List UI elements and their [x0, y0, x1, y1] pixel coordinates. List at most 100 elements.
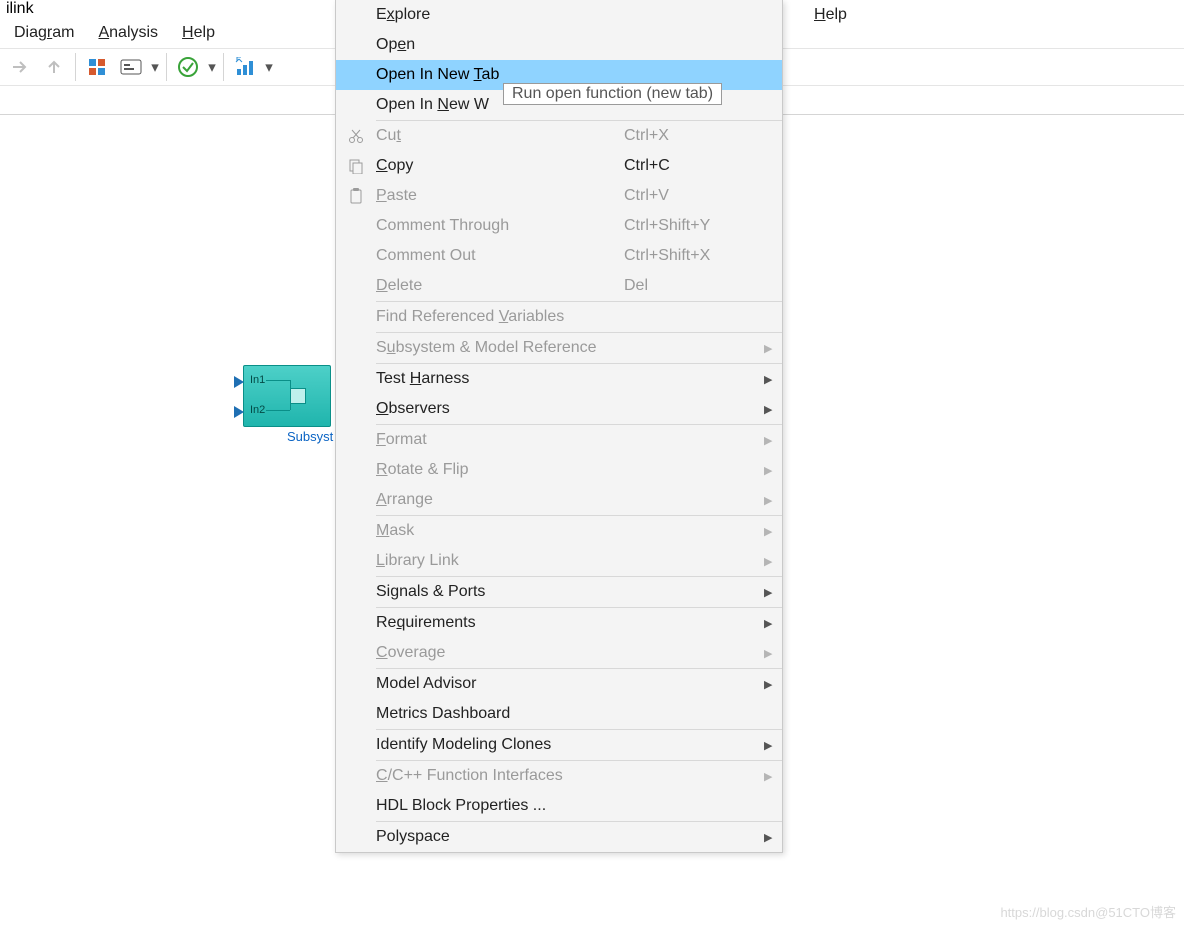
build-button[interactable]	[229, 51, 261, 83]
ctx-delete: DeleteDel	[336, 271, 782, 301]
submenu-arrow-icon: ▶	[764, 617, 782, 630]
ctx-hdl-block-properties[interactable]: HDL Block Properties ...	[336, 791, 782, 821]
ctx-label: Test Harness	[376, 370, 624, 388]
ctx-library-link: Library Link ▶	[336, 546, 782, 576]
model-browser-button[interactable]	[81, 51, 113, 83]
ctx-mask: Mask▶	[336, 516, 782, 546]
ctx-observers[interactable]: Observers ▶	[336, 394, 782, 424]
nav-forward-button[interactable]	[4, 51, 36, 83]
menu-analysis[interactable]: Analysis	[98, 24, 158, 42]
ctx-label: Identify Modeling Clones	[376, 736, 624, 754]
ctx-subsystem-model-reference: Subsystem & Model Reference ▶	[336, 333, 782, 363]
block-caption[interactable]: Subsyst	[287, 429, 333, 444]
submenu-arrow-icon: ▶	[764, 403, 782, 416]
ctx-label: Find Referenced Variables	[376, 308, 624, 326]
ctx-label: C/C++ Function Interfaces	[376, 767, 624, 785]
ctx-comment-through: Comment ThroughCtrl+Shift+Y	[336, 211, 782, 241]
menu-help[interactable]: Help	[182, 24, 215, 42]
menu-help-right[interactable]: Help	[814, 6, 847, 24]
block-body[interactable]: In1 In2	[243, 365, 331, 427]
ctx-rotate-flip: Rotate & Flip ▶	[336, 455, 782, 485]
ctx-label: Explore	[376, 6, 624, 24]
paste-icon	[336, 188, 376, 204]
ctx-label: Coverage	[376, 644, 624, 662]
submenu-arrow-icon: ▶	[764, 342, 782, 355]
update-button[interactable]	[172, 51, 204, 83]
ctx-label: Open In New Tab	[376, 66, 624, 84]
tooltip: Run open function (new tab)	[503, 83, 722, 105]
ctx-cut: CutCtrl+X	[336, 121, 782, 151]
submenu-arrow-icon: ▶	[764, 555, 782, 568]
ctx-label: Subsystem & Model Reference	[376, 339, 624, 357]
ctx-shortcut: Ctrl+C	[624, 157, 764, 175]
ctx-label: Signals & Ports	[376, 583, 624, 601]
submenu-arrow-icon: ▶	[764, 678, 782, 691]
ctx-shortcut: Ctrl+V	[624, 187, 764, 205]
inner-block-icon	[290, 388, 306, 404]
ctx-shortcut: Ctrl+X	[624, 127, 764, 145]
build-dropdown[interactable]: ▾	[263, 58, 275, 76]
submenu-arrow-icon: ▶	[764, 739, 782, 752]
context-menu: ExploreOpenOpen In New TabOpen In New WC…	[335, 0, 783, 853]
ctx-label: Open	[376, 36, 624, 54]
ctx-find-referenced-variables: Find Referenced Variables	[336, 302, 782, 332]
ctx-label: Comment Out	[376, 247, 624, 265]
ctx-explore[interactable]: Explore	[336, 0, 782, 30]
inport-1-label: In1	[250, 374, 265, 386]
subsystem-block[interactable]: In1 In2 Subsyst	[243, 365, 331, 427]
submenu-arrow-icon: ▶	[764, 373, 782, 386]
ctx-label: Requirements	[376, 614, 624, 632]
ctx-signals-ports[interactable]: Signals & Ports ▶	[336, 577, 782, 607]
ctx-test-harness[interactable]: Test Harness ▶	[336, 364, 782, 394]
copy-icon	[336, 158, 376, 174]
ctx-label: Library Link	[376, 552, 624, 570]
ctx-shortcut: Ctrl+Shift+Y	[624, 217, 764, 235]
ctx-requirements[interactable]: Requirements ▶	[336, 608, 782, 638]
ctx-c-c-function-interfaces: C/C++ Function Interfaces ▶	[336, 761, 782, 791]
ctx-coverage: Coverage▶	[336, 638, 782, 668]
ctx-label: Model Advisor	[376, 675, 624, 693]
cut-icon	[336, 128, 376, 144]
menu-diagram[interactable]: Diagram	[14, 24, 74, 42]
library-dropdown[interactable]: ▾	[149, 58, 161, 76]
submenu-arrow-icon: ▶	[764, 494, 782, 507]
ctx-copy[interactable]: CopyCtrl+C	[336, 151, 782, 181]
update-dropdown[interactable]: ▾	[206, 58, 218, 76]
ctx-label: Rotate & Flip	[376, 461, 624, 479]
submenu-arrow-icon: ▶	[764, 464, 782, 477]
toolbar-separator	[166, 53, 167, 81]
ctx-label: Paste	[376, 187, 624, 205]
ctx-polyspace[interactable]: Polyspace ▶	[336, 822, 782, 852]
submenu-arrow-icon: ▶	[764, 525, 782, 538]
ctx-shortcut: Del	[624, 277, 764, 295]
submenu-arrow-icon: ▶	[764, 586, 782, 599]
toolbar-separator	[75, 53, 76, 81]
ctx-model-advisor[interactable]: Model Advisor ▶	[336, 669, 782, 699]
ctx-open[interactable]: Open	[336, 30, 782, 60]
ctx-format: Format ▶	[336, 425, 782, 455]
ctx-label: Cut	[376, 127, 624, 145]
submenu-arrow-icon: ▶	[764, 434, 782, 447]
library-button[interactable]	[115, 51, 147, 83]
watermark: https://blog.csdn@51CTO博客	[1000, 902, 1176, 921]
toolbar-separator	[223, 53, 224, 81]
ctx-label: Copy	[376, 157, 624, 175]
ctx-arrange: Arrange▶	[336, 485, 782, 515]
submenu-arrow-icon: ▶	[764, 831, 782, 844]
submenu-arrow-icon: ▶	[764, 770, 782, 783]
inport-2-icon[interactable]	[234, 406, 244, 418]
inport-1-icon[interactable]	[234, 376, 244, 388]
ctx-label: Polyspace	[376, 828, 624, 846]
ctx-metrics-dashboard[interactable]: Metrics Dashboard	[336, 699, 782, 729]
ctx-label: Delete	[376, 277, 624, 295]
ctx-shortcut: Ctrl+Shift+X	[624, 247, 764, 265]
ctx-comment-out: Comment OutCtrl+Shift+X	[336, 241, 782, 271]
ctx-label: Format	[376, 431, 624, 449]
ctx-label: Comment Through	[376, 217, 624, 235]
ctx-paste: PasteCtrl+V	[336, 181, 782, 211]
inport-2-label: In2	[250, 404, 265, 416]
nav-up-button[interactable]	[38, 51, 70, 83]
ctx-identify-modeling-clones[interactable]: Identify Modeling Clones ▶	[336, 730, 782, 760]
ctx-label: Metrics Dashboard	[376, 705, 624, 723]
ctx-label: Observers	[376, 400, 624, 418]
